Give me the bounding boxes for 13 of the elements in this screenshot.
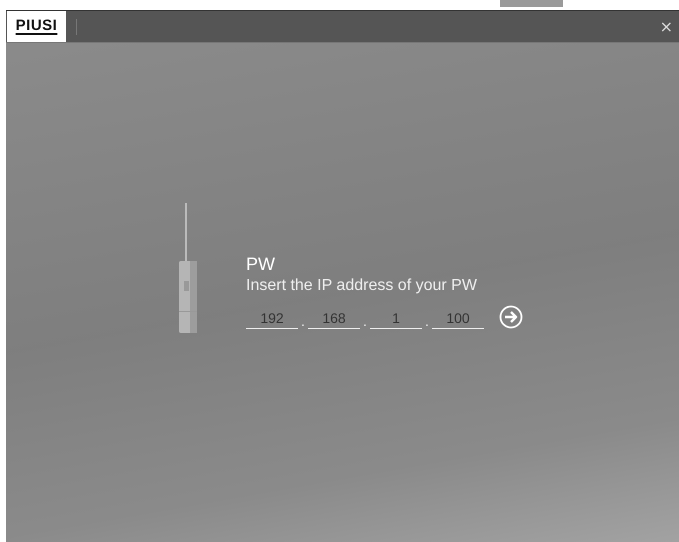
image-placeholder [500,0,563,7]
ip-octet-field[interactable]: 192 [246,308,298,329]
arrow-right-icon[interactable] [499,305,523,329]
logo: PIUSI [7,11,66,42]
close-button[interactable]: × [654,11,679,42]
ip-separator: . [362,313,368,329]
ip-octet-field[interactable]: 100 [432,308,484,329]
ip-separator: . [300,313,306,329]
ip-octet-field[interactable]: 1 [370,308,422,329]
device-title: PW [246,254,276,275]
ip-octet-field[interactable]: 168 [308,308,360,329]
instruction-text: Insert the IP address of your PW [246,277,478,295]
ip-separator: . [424,313,430,329]
